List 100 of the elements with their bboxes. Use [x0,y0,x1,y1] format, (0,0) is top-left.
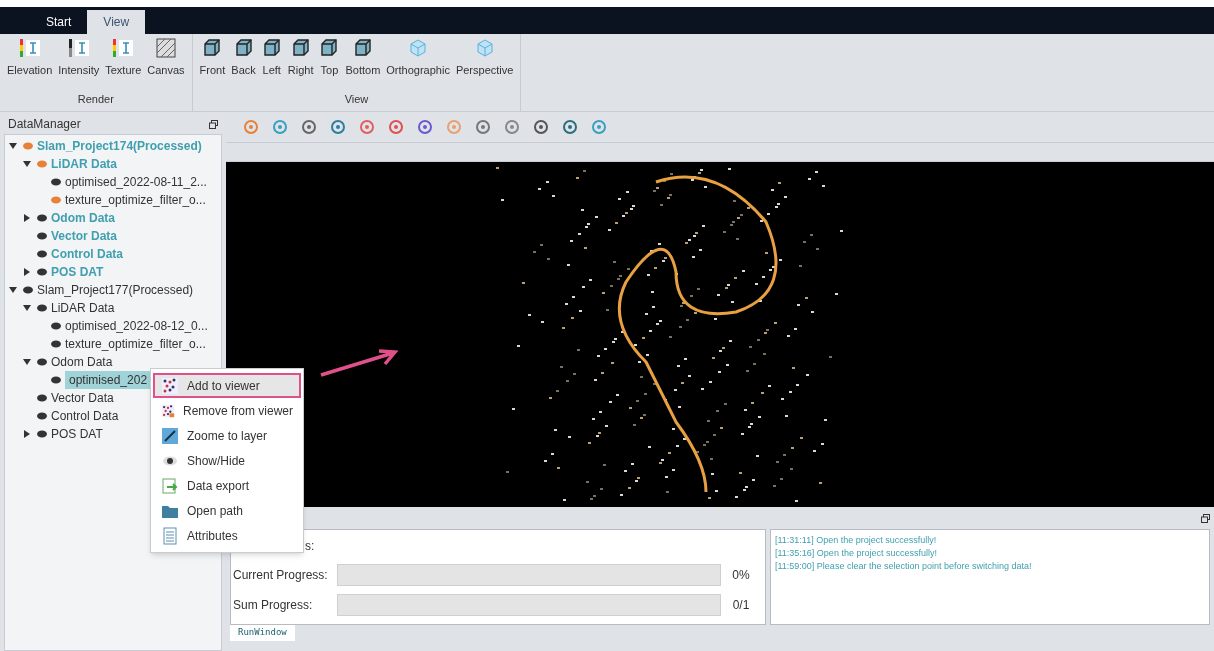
diagonal-arrows-icon [161,426,179,445]
cube-icon [474,38,495,58]
caret-right-icon[interactable] [23,268,31,276]
eye-icon[interactable] [37,214,47,222]
cube-icon [202,38,223,58]
menu-item[interactable]: Open path [153,498,301,523]
ribbon-button[interactable]: Intensity [55,38,103,79]
progress-label: Current Progress: [233,567,329,584]
caret-down-icon[interactable] [9,286,17,294]
ribbon-button[interactable]: Perspective [452,38,517,79]
menu-item-label: Show/Hide [187,452,246,470]
toolbar-tool-icon[interactable] [300,118,318,136]
render-mode-icon [112,38,135,58]
eye-icon[interactable] [37,250,47,258]
tree-item[interactable]: POS DAT [51,425,103,443]
hatched-square-icon [154,38,177,58]
log-line: [11:35:16] Open the project successfully! [775,547,938,560]
toolbar-tool-icon[interactable] [387,118,405,136]
progress-label: Sum Progress: [233,597,314,614]
menu-item[interactable]: Add to viewer [153,373,301,398]
group-label: View [343,91,370,107]
export-icon [161,476,179,495]
log-line: [11:59:00] Please clear the selection point before switching data! [775,560,1033,573]
ribbon-button[interactable]: Front [196,38,229,79]
eye-icon[interactable] [37,430,47,438]
ribbon-button[interactable]: Elevation [4,38,56,79]
cube-icon [233,38,254,58]
status-label: s: [305,538,315,555]
tree-item[interactable]: optimised_2022-08-11_2... [65,173,207,191]
eye-icon[interactable] [51,178,61,186]
caret-down-icon[interactable] [23,304,31,312]
tree-item[interactable]: texture_optimize_filter_o... [65,191,206,209]
menu-item[interactable]: Remove from viewer [153,398,301,423]
group-label: Render [76,91,115,107]
tree-item[interactable]: optimised_202 [65,371,152,389]
cube-icon [408,38,429,58]
eye-icon[interactable] [37,358,47,366]
ribbon-button[interactable]: Right [284,38,317,79]
tree-item[interactable]: texture_optimize_filter_o... [65,335,206,353]
ribbon-button[interactable]: Bottom [342,38,384,79]
toolbar-tool-icon[interactable] [503,118,521,136]
ribbon-button[interactable]: Back [228,38,259,79]
menu-item-label: Remove from viewer [182,402,293,420]
log-line: [11:31:11] Open the project successfully! [775,534,938,547]
menu-item-label: Attributes [187,527,238,545]
menu-item-label: Data export [187,477,250,495]
tree-item[interactable]: optimised_2022-08-12_0... [65,317,208,335]
ribbon-tab[interactable]: Start [30,10,88,34]
eye-icon[interactable] [51,340,61,348]
scatter-points-icon [161,376,179,395]
list-document-icon [161,526,179,545]
cube-icon [290,38,311,58]
eye-icon[interactable] [51,376,61,384]
caret-down-icon[interactable] [9,142,17,150]
ribbon-button[interactable]: Left [258,38,285,79]
eye-icon[interactable] [37,268,47,276]
caret-down-icon[interactable] [23,358,31,366]
menu-item-label: Open path [187,502,244,520]
cube-icon [352,38,373,58]
eye-icon[interactable] [23,286,33,294]
ribbon-button[interactable]: Texture [102,38,145,79]
restore-window-icon[interactable] [209,119,218,129]
toolbar-tool-icon[interactable] [329,118,347,136]
panel-title: DataManager [8,116,81,133]
ribbon-button[interactable]: Orthographic [383,38,453,79]
toolbar-tool-icon[interactable] [474,118,492,136]
eye-icon[interactable] [51,322,61,330]
toolbar-tool-icon[interactable] [358,118,376,136]
render-mode-icon [18,38,41,58]
restore-window-icon[interactable] [1201,513,1210,523]
tree-item[interactable]: Control Data [51,407,119,425]
ribbon-button[interactable]: Canvas [144,38,188,79]
menu-item-label: Add to viewer [187,377,260,395]
progress-reading: 0/1 [731,597,751,614]
tree-item[interactable]: Slam_Project177(Processed) [37,281,194,299]
menu-item[interactable]: Zoome to layer [153,423,301,448]
toolbar-tool-icon[interactable] [416,118,434,136]
menu-item[interactable]: Attributes [153,523,301,548]
eye-icon[interactable] [37,394,47,402]
tree-item[interactable]: Odom Data [51,353,113,371]
menu-item[interactable]: Show/Hide [153,448,301,473]
ribbon-button[interactable]: Top [316,38,343,79]
progress-reading: 0% [731,567,751,584]
menu-item-label: Zoome to layer [187,427,268,445]
caret-right-icon[interactable] [23,430,31,438]
caret-right-icon[interactable] [23,214,31,222]
bottom-tab[interactable]: RunWindow [230,625,295,641]
caret-down-icon[interactable] [23,160,31,168]
ribbon-tab[interactable]: View [87,10,146,34]
eye-icon[interactable] [37,412,47,420]
toolbar-tool-icon[interactable] [561,118,579,136]
toolbar-tool-icon[interactable] [532,118,550,136]
cube-icon [261,38,282,58]
eye-icon[interactable] [37,304,47,312]
tree-item[interactable]: LiDAR Data [51,299,115,317]
cube-icon [319,38,340,58]
tree-item[interactable]: Vector Data [51,389,114,407]
render-mode-icon [67,38,90,58]
eye-icon[interactable] [37,232,47,240]
menu-item[interactable]: Data export [153,473,301,498]
